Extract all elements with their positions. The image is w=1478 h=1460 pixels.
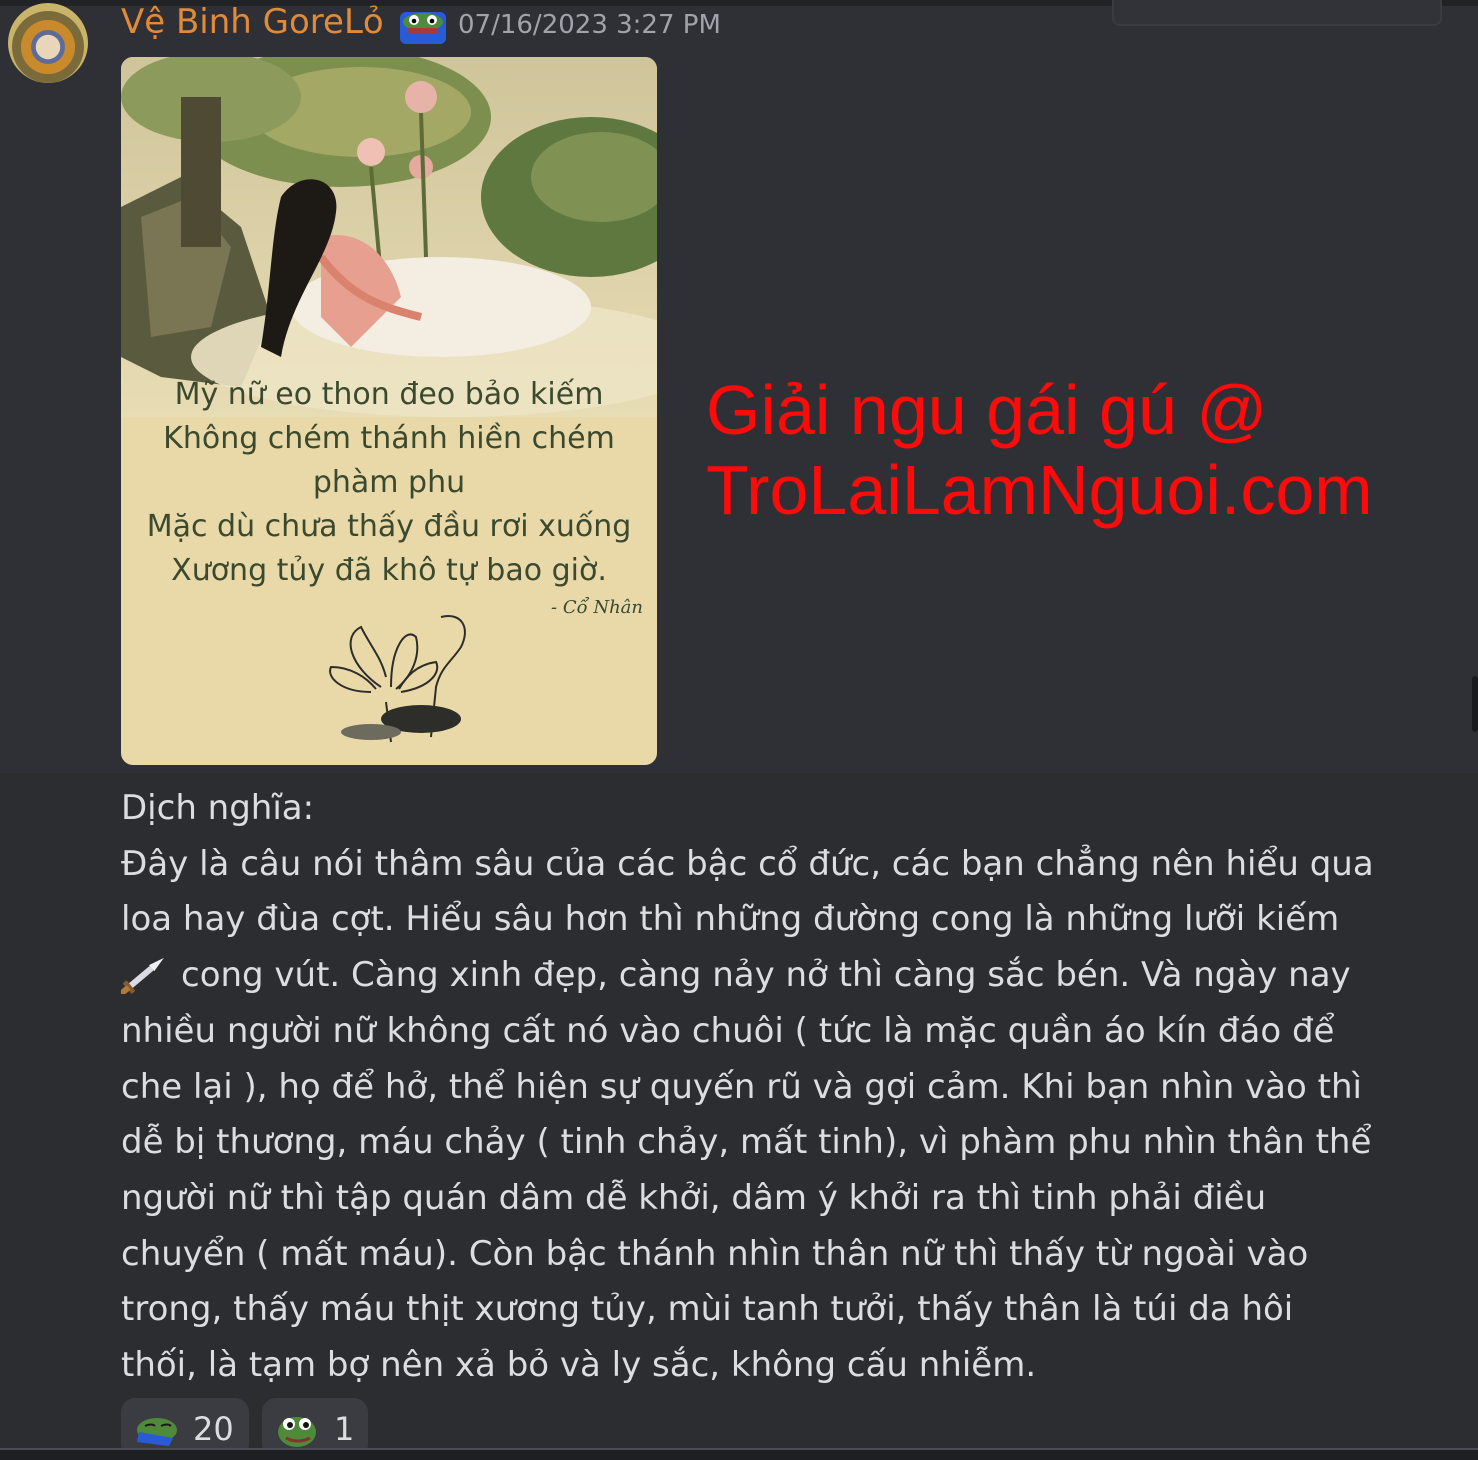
reaction-count: 20 <box>193 1410 234 1448</box>
message-line: Dịch nghĩa: <box>121 788 315 828</box>
avatar[interactable] <box>8 3 88 83</box>
scrollbar-thumb[interactable] <box>1472 676 1478 732</box>
poem-line: phàm phu <box>312 465 466 500</box>
watermark-line: Giải ngu gái gú @ <box>706 371 1268 449</box>
role-badge-icon <box>400 12 446 44</box>
message-line: trong, thấy máu thịt xương tủy, mùi tanh… <box>121 1289 1294 1330</box>
watermark-line: TroLaiLamNguoi.com <box>706 451 1373 529</box>
reaction-count: 1 <box>334 1410 355 1448</box>
author-name[interactable]: Vệ Binh GoreLỏ <box>121 2 384 42</box>
message-line: thối, là tạm bợ nên xả bỏ và ly sắc, khô… <box>121 1345 1037 1386</box>
image-attachment[interactable]: Mỹ nữ eo thon đeo bảo kiếm Không chém th… <box>121 57 657 765</box>
dagger-emoji-icon[interactable] <box>121 950 173 995</box>
message-line: chuyển ( mất máu). Còn bậc thánh nhìn th… <box>121 1233 1309 1274</box>
poem-line: Không chém thánh hiền chém <box>163 421 615 456</box>
message-line: nhiều người nữ không cất nó vào chuôi ( … <box>121 1010 1335 1051</box>
message-actions-toolbar[interactable] <box>1112 0 1442 26</box>
poem-line: Mỹ nữ eo thon đeo bảo kiếm <box>174 377 604 412</box>
horizontal-scroll-edge <box>0 1448 1478 1460</box>
message-content: Dịch nghĩa: Đây là câu nói thâm sâu của … <box>121 781 1381 1394</box>
message-timestamp[interactable]: 07/16/2023 3:27 PM <box>458 10 721 40</box>
poem-line: Xương tủy đã khô tự bao giờ. <box>171 553 607 588</box>
pepe-sleep-icon <box>137 1418 177 1446</box>
poem-line: Mặc dù chưa thấy đầu rơi xuống <box>146 509 632 544</box>
message-line: cong vút. Càng xinh đẹp, càng nảy nở thì… <box>121 948 1381 1004</box>
poem-text: Mỹ nữ eo thon đeo bảo kiếm Không chém th… <box>121 373 657 593</box>
message-line: loa hay đùa cợt. Hiểu sâu hơn thì những … <box>121 899 1340 940</box>
watermark-text: Giải ngu gái gú @ TroLaiLamNguoi.com <box>706 370 1373 530</box>
poem-author: - Cổ Nhân <box>551 597 643 618</box>
message-line: che lại ), họ để hở, thể hiện sự quyến r… <box>121 1066 1362 1107</box>
message-line: Đây là câu nói thâm sâu của các bậc cổ đ… <box>121 843 1374 884</box>
message-line-text: cong vút. Càng xinh đẹp, càng nảy nở thì… <box>181 955 1351 996</box>
pepe-frog-icon <box>278 1417 316 1447</box>
lotus-sketch-icon <box>329 615 466 743</box>
message-line: dễ bị thương, máu chảy ( tinh chảy, mất … <box>121 1122 1372 1163</box>
painting-illustration <box>121 57 657 417</box>
message-line: người nữ thì tập quán dâm dễ khởi, dâm ý… <box>121 1177 1267 1218</box>
